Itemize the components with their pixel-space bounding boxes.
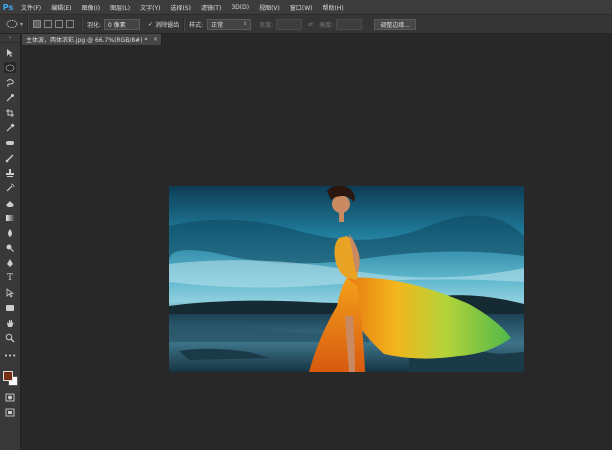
pen-tool-icon[interactable] xyxy=(4,257,16,268)
divider xyxy=(81,17,84,31)
menu-view[interactable]: 视图(V) xyxy=(254,3,285,12)
elliptical-marquee-icon xyxy=(6,20,18,28)
menu-image[interactable]: 图像(I) xyxy=(77,3,105,12)
menu-file[interactable]: 文件(F) xyxy=(16,3,46,12)
add-to-selection-icon[interactable] xyxy=(44,20,53,28)
menu-3d[interactable]: 3D(D) xyxy=(226,4,254,11)
toolbar-collapse-button[interactable]: » xyxy=(0,34,20,43)
height-label: 高度: xyxy=(319,21,334,29)
photoshop-logo: Ps xyxy=(2,2,14,12)
spot-healing-brush-icon[interactable] xyxy=(4,137,16,148)
style-label: 样式: xyxy=(189,21,204,29)
divider xyxy=(183,17,186,31)
eraser-tool-icon[interactable] xyxy=(4,197,16,208)
blur-tool-icon[interactable] xyxy=(4,227,16,238)
neck xyxy=(339,212,344,222)
document-title: 主体波，两体浓彩.jpg @ 66.7%(RGB/8#) * xyxy=(26,37,148,44)
new-selection-icon[interactable] xyxy=(33,20,42,28)
feather-input[interactable]: 0 像素 xyxy=(104,18,141,30)
brush-tool-icon[interactable] xyxy=(4,152,16,163)
eyedropper-tool-icon[interactable] xyxy=(4,122,16,133)
menu-help[interactable]: 帮助(H) xyxy=(318,3,349,12)
subtract-from-selection-icon[interactable] xyxy=(55,20,64,28)
screen-mode-icon[interactable] xyxy=(4,407,16,418)
options-bar: ▾ 羽化: 0 像素 ✓ 消除锯齿 样式: 正常 ⇕ 宽度: ⇄ 高度: 调整边… xyxy=(0,14,612,34)
feather-label: 羽化: xyxy=(87,21,102,29)
quick-selection-tool-icon[interactable] xyxy=(4,92,16,103)
type-tool-icon[interactable]: T xyxy=(4,272,16,283)
antialias-checkbox[interactable]: ✓ 消除锯齿 xyxy=(148,20,179,29)
close-icon[interactable]: × xyxy=(153,36,158,43)
style-select[interactable]: 正常 ⇕ xyxy=(207,18,252,30)
head xyxy=(332,195,350,213)
hand-tool-icon[interactable] xyxy=(4,317,16,328)
history-brush-tool-icon[interactable] xyxy=(4,182,16,193)
divider xyxy=(27,17,30,31)
extra-tools-icon[interactable]: ••• xyxy=(4,350,16,361)
menu-filter[interactable]: 滤镜(T) xyxy=(196,3,226,12)
menu-window[interactable]: 窗口(W) xyxy=(285,3,318,12)
clone-stamp-tool-icon[interactable] xyxy=(4,167,16,178)
rectangle-tool-icon[interactable] xyxy=(4,302,16,313)
style-value: 正常 xyxy=(211,21,224,29)
width-input[interactable] xyxy=(276,18,303,30)
lasso-tool-icon[interactable] xyxy=(4,77,16,88)
swap-icon[interactable]: ⇄ xyxy=(308,21,313,28)
intersect-selection-icon[interactable] xyxy=(66,20,75,28)
chevron-down-icon: ▾ xyxy=(20,20,24,28)
elliptical-marquee-tool-icon[interactable] xyxy=(4,62,16,73)
menu-bar: Ps 文件(F) 编辑(E) 图像(I) 图层(L) 文字(Y) 选择(S) 滤… xyxy=(0,0,612,14)
gradient-tool-icon[interactable] xyxy=(4,212,16,223)
foreground-color-swatch[interactable] xyxy=(3,371,13,381)
tools-panel: » T ••• xyxy=(0,34,21,450)
document-tab-bar: 主体波，两体浓彩.jpg @ 66.7%(RGB/8#) * × xyxy=(22,34,612,45)
quick-mask-icon[interactable] xyxy=(4,392,16,403)
height-input[interactable] xyxy=(336,18,363,30)
width-label: 宽度: xyxy=(259,21,274,29)
dodge-tool-icon[interactable] xyxy=(4,242,16,253)
feather-value: 0 像素 xyxy=(108,21,126,29)
refine-edge-label: 调整边缘... xyxy=(380,21,410,29)
tool-preset-picker[interactable]: ▾ xyxy=(6,19,23,29)
crop-tool-icon[interactable] xyxy=(4,107,16,118)
select-arrows-icon: ⇕ xyxy=(242,21,248,27)
zoom-tool-icon[interactable] xyxy=(4,332,16,343)
menu-select[interactable]: 选择(S) xyxy=(165,3,196,12)
refine-edge-button[interactable]: 调整边缘... xyxy=(374,18,416,30)
checkmark-icon: ✓ xyxy=(148,20,154,28)
antialias-label: 消除锯齿 xyxy=(155,21,180,29)
move-tool-icon[interactable] xyxy=(4,47,16,58)
path-selection-tool-icon[interactable] xyxy=(4,287,16,298)
menu-type[interactable]: 文字(Y) xyxy=(135,3,165,12)
menu-edit[interactable]: 编辑(E) xyxy=(46,3,76,12)
menu-layer[interactable]: 图层(L) xyxy=(105,3,135,12)
canvas-image[interactable] xyxy=(169,186,524,372)
document-tab[interactable]: 主体波，两体浓彩.jpg @ 66.7%(RGB/8#) * × xyxy=(22,34,162,45)
